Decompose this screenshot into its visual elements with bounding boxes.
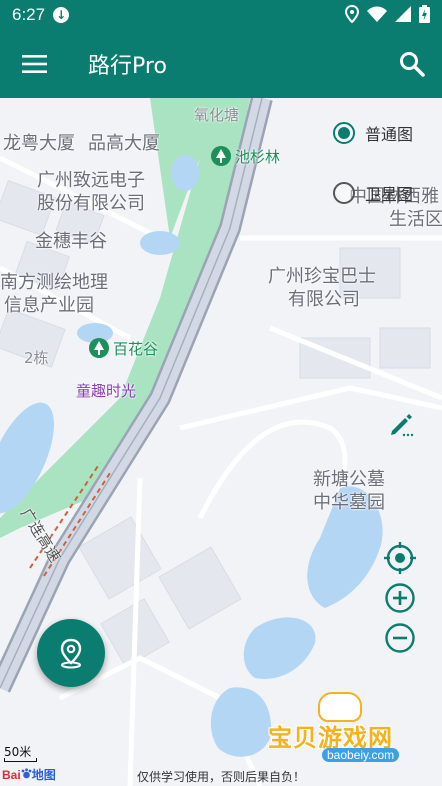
disclaimer-text: 仅供学习使用，否则后果自负！ xyxy=(136,770,305,784)
app-screen: 6:27 ↓ 路行Pro 氧化塘 池杉林 龙粤大厦 品高大厦 广州致远电子 股份… xyxy=(0,0,442,786)
download-icon: ↓ xyxy=(53,7,70,23)
plus-circle-icon xyxy=(385,583,415,613)
menu-button[interactable] xyxy=(0,30,70,98)
map-label-zhenbao-line1: 广州珍宝巴士 xyxy=(268,266,376,287)
status-time: 6:27 xyxy=(12,5,46,24)
locate-me-button[interactable] xyxy=(383,541,417,575)
app-bar: 路行Pro xyxy=(0,30,442,98)
map-label-zhiyuan-line2: 股份有限公司 xyxy=(37,193,145,214)
map-label-zhenbao-line2: 有限公司 xyxy=(288,289,360,310)
radio-normal[interactable] xyxy=(333,122,355,144)
map-label-xintang-line2: 中华墓园 xyxy=(313,492,385,513)
map-label-baihuagu: 百花谷 xyxy=(113,340,159,358)
map-label-jinsui: 金穗丰谷 xyxy=(35,231,107,252)
map-label-nanfang-line2: 信息产业园 xyxy=(4,295,94,316)
map-type-satellite-label: 卫星图 xyxy=(365,185,414,204)
signal-icon xyxy=(395,6,411,22)
status-bar: 6:27 ↓ xyxy=(0,0,442,30)
tree-icon xyxy=(216,149,226,163)
wifi-icon xyxy=(367,6,387,22)
search-button[interactable] xyxy=(392,44,432,84)
map-pin-icon xyxy=(60,638,82,669)
map-label-pingao-building: 品高大厦 xyxy=(88,133,160,154)
park-poi-icon xyxy=(211,146,231,166)
radio-satellite[interactable] xyxy=(333,182,355,204)
app-title: 路行Pro xyxy=(88,54,167,79)
map-label-nanfang-line1: 南方测绘地理 xyxy=(0,272,108,293)
map-type-normal-option[interactable]: 普通图 xyxy=(333,121,413,145)
map-label-oxidation-pond: 氧化塘 xyxy=(194,106,240,124)
battery-icon xyxy=(419,5,430,23)
zoom-out-button[interactable] xyxy=(383,621,417,655)
pencil-icon xyxy=(391,414,414,437)
zoom-in-button[interactable] xyxy=(383,581,417,615)
location-fab[interactable] xyxy=(37,619,105,687)
status-icons xyxy=(345,5,430,23)
map-label-building-2: 2栋 xyxy=(24,349,49,367)
map-type-normal-label: 普通图 xyxy=(365,125,414,144)
edit-button[interactable] xyxy=(384,407,418,441)
location-icon xyxy=(345,5,359,23)
map-label-zhiyuan-line1: 广州致远电子 xyxy=(37,170,145,191)
crosshair-icon xyxy=(384,542,416,574)
watermark-url: baobeiy.com xyxy=(322,748,400,762)
map-label-longyue-building: 龙粤大厦 xyxy=(3,133,75,154)
map-label-xintang-line1: 新塘公墓 xyxy=(313,469,385,490)
park-poi-icon-2 xyxy=(89,338,109,358)
minus-circle-icon xyxy=(385,623,415,653)
map-type-satellite-option[interactable]: 卫星图 xyxy=(333,181,413,205)
map-label-chishan-forest: 池杉林 xyxy=(235,148,281,166)
tree-icon xyxy=(94,341,104,355)
hamburger-menu-icon xyxy=(22,55,47,73)
map-label-zhongyin-line2: 生活区 xyxy=(389,209,442,230)
map-label-tongqu: 童趣时光 xyxy=(76,382,137,400)
search-icon xyxy=(400,52,425,77)
map-scale-bar xyxy=(4,758,37,762)
